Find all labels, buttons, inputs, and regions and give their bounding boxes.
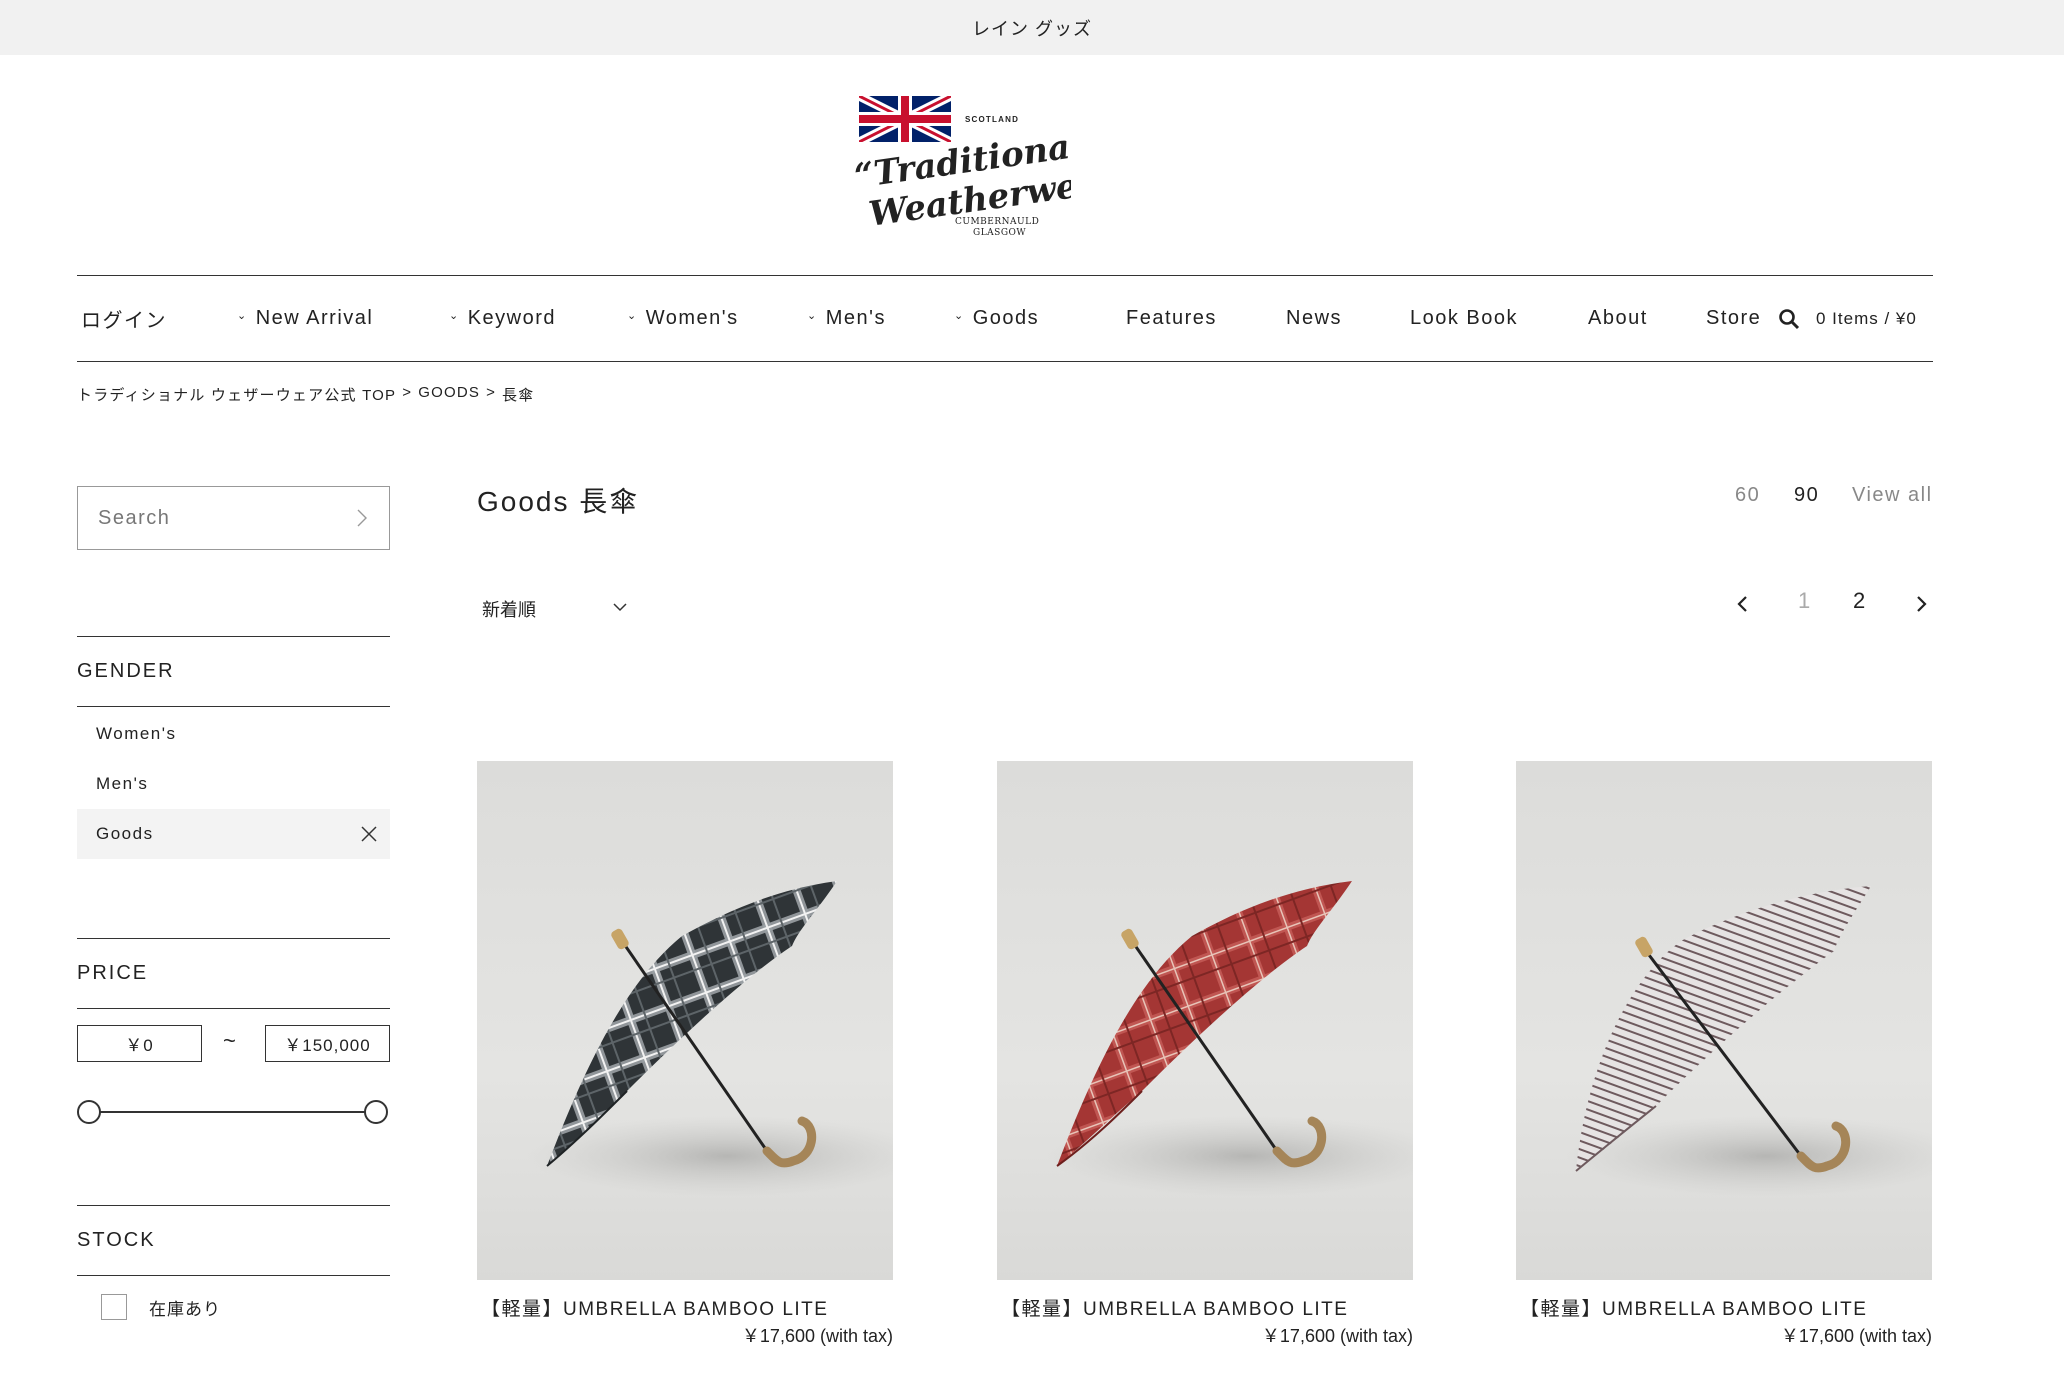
umbrella-photo (527, 881, 893, 1196)
announcement-bar: レイン グッズ (0, 0, 2064, 55)
chevron-right-icon[interactable] (351, 507, 373, 529)
svg-text:SCOTLAND: SCOTLAND (965, 115, 1019, 124)
sort-select-value: 新着順 (482, 600, 536, 620)
gender-option-mens[interactable]: Men's (77, 759, 390, 809)
nav-new-arrival-label: New Arrival (255, 307, 374, 329)
gender-option-label: Men's (96, 774, 149, 793)
brand-logo[interactable]: SCOTLAND “Traditional Weatherwear” CUMBE… (852, 92, 1140, 242)
breadcrumb-separator: > (486, 384, 497, 401)
svg-text:CUMBERNAULD: CUMBERNAULD (955, 217, 1039, 227)
product-name[interactable]: 【軽量】UMBRELLA BAMBOO LITE (481, 1294, 828, 1321)
nav-features-label: Features (1126, 307, 1217, 329)
price-min-field[interactable]: ￥0 (77, 1025, 202, 1062)
page-2[interactable]: 2 (1853, 588, 1865, 614)
breadcrumb-home[interactable]: トラディショナル ウェザーウェア公式 TOP (77, 384, 396, 405)
sort-select[interactable]: 新着順 (482, 593, 628, 625)
stock-filter-heading: STOCK (77, 1205, 390, 1276)
breadcrumb-current: 長傘 (502, 387, 535, 404)
search-icon-button[interactable] (1778, 276, 1800, 361)
nav-news[interactable]: News (1286, 276, 1342, 361)
product-name[interactable]: 【軽量】UMBRELLA BAMBOO LITE (1001, 1294, 1348, 1321)
price-filter-title: PRICE (77, 962, 149, 984)
page-1[interactable]: 1 (1798, 588, 1810, 614)
in-stock-label: 在庫あり (149, 1300, 221, 1319)
product-card[interactable]: 【軽量】UMBRELLA BAMBOO LITE ￥17,600 (with t… (997, 761, 1413, 1346)
gender-option-womens[interactable]: Women's (77, 709, 390, 759)
breadcrumb-separator: > (402, 384, 413, 401)
gender-option-label: Women's (96, 724, 177, 743)
gender-filter-heading: GENDER (77, 636, 390, 707)
price-min-value: ￥0 (125, 1036, 154, 1055)
per-page-view-all[interactable]: View all (1852, 484, 1933, 507)
chevron-down-icon: ⌄ (954, 310, 965, 322)
gender-option-goods[interactable]: Goods (77, 809, 390, 859)
close-icon[interactable] (360, 825, 378, 843)
sidebar-search (77, 486, 390, 550)
umbrella-photo (1047, 881, 1413, 1196)
price-range-separator: ~ (223, 1028, 236, 1053)
nav-new-arrival[interactable]: ⌄ New Arrival (237, 276, 373, 361)
breadcrumb: トラディショナル ウェザーウェア公式 TOP > GOODS > 長傘 (77, 384, 534, 405)
per-page-60[interactable]: 60 (1735, 484, 1760, 507)
search-input[interactable] (98, 506, 348, 530)
product-image[interactable] (997, 761, 1413, 1280)
product-image[interactable] (1516, 761, 1932, 1280)
chevron-right-icon[interactable] (1908, 590, 1936, 618)
stock-filter-title: STOCK (77, 1229, 156, 1251)
chevron-down-icon: ⌄ (627, 310, 638, 322)
gender-filter-title: GENDER (77, 660, 175, 682)
price-max-field[interactable]: ￥150,000 (265, 1025, 390, 1062)
nav-goods-label: Goods (972, 307, 1040, 329)
main-nav: ログイン ⌄ New Arrival ⌄ Keyword ⌄ Women's ⌄ Men… (77, 275, 1933, 362)
umbrella-photo (1566, 886, 1932, 1196)
breadcrumb-category[interactable]: GOODS (418, 384, 480, 405)
chevron-down-icon (613, 603, 627, 612)
nav-login-label: ログイン (81, 310, 167, 332)
nav-mens-label: Men's (825, 307, 886, 329)
union-jack-icon: SCOTLAND “Traditional Weatherwear” CUMBE… (852, 96, 1140, 238)
nav-womens[interactable]: ⌄ Women's (627, 276, 739, 361)
product-name[interactable]: 【軽量】UMBRELLA BAMBOO LITE (1520, 1294, 1867, 1321)
cart-summary[interactable]: 0 Items / ¥0 (1816, 276, 1917, 361)
nav-keyword-label: Keyword (467, 307, 557, 329)
chevron-left-icon[interactable] (1728, 590, 1756, 618)
nav-about-label: About (1588, 307, 1648, 329)
chevron-down-icon: ⌄ (807, 310, 818, 322)
nav-mens[interactable]: ⌄ Men's (807, 276, 886, 361)
announcement-text: レイン グッズ (971, 18, 1092, 39)
gender-option-label: Goods (96, 824, 154, 843)
nav-lookbook[interactable]: Look Book (1410, 276, 1518, 361)
nav-features[interactable]: Features (1126, 276, 1217, 361)
price-slider-max-handle[interactable] (364, 1100, 388, 1124)
product-price: ￥17,600 (with tax) (1780, 1326, 1932, 1346)
price-filter-heading: PRICE (77, 938, 390, 1009)
nav-keyword[interactable]: ⌄ Keyword (449, 276, 556, 361)
chevron-down-icon: ⌄ (449, 310, 460, 322)
product-image[interactable] (477, 761, 893, 1280)
price-slider-track[interactable] (88, 1111, 376, 1113)
product-price: ￥17,600 (with tax) (741, 1326, 893, 1346)
product-price: ￥17,600 (with tax) (1261, 1326, 1413, 1346)
price-max-value: ￥150,000 (284, 1036, 371, 1055)
nav-about[interactable]: About (1588, 276, 1648, 361)
price-slider-min-handle[interactable] (77, 1100, 101, 1124)
chevron-down-icon: ⌄ (237, 310, 248, 322)
cart-summary-label: 0 Items / ¥0 (1816, 308, 1917, 328)
nav-store[interactable]: Store (1706, 276, 1761, 361)
product-card[interactable]: 【軽量】UMBRELLA BAMBOO LITE ￥17,600 (with t… (1516, 761, 1932, 1346)
page-title: Goods 長傘 (477, 486, 640, 517)
nav-login[interactable]: ログイン (81, 276, 167, 361)
nav-news-label: News (1286, 307, 1343, 329)
nav-store-label: Store (1706, 307, 1762, 329)
svg-text:GLASGOW: GLASGOW (973, 228, 1026, 238)
product-card[interactable]: 【軽量】UMBRELLA BAMBOO LITE ￥17,600 (with t… (477, 761, 893, 1346)
nav-lookbook-label: Look Book (1410, 307, 1519, 329)
in-stock-checkbox[interactable] (101, 1294, 127, 1320)
nav-womens-label: Women's (645, 307, 739, 329)
per-page-90[interactable]: 90 (1794, 484, 1819, 507)
nav-goods[interactable]: ⌄ Goods (954, 276, 1039, 361)
search-icon (1779, 308, 1800, 329)
